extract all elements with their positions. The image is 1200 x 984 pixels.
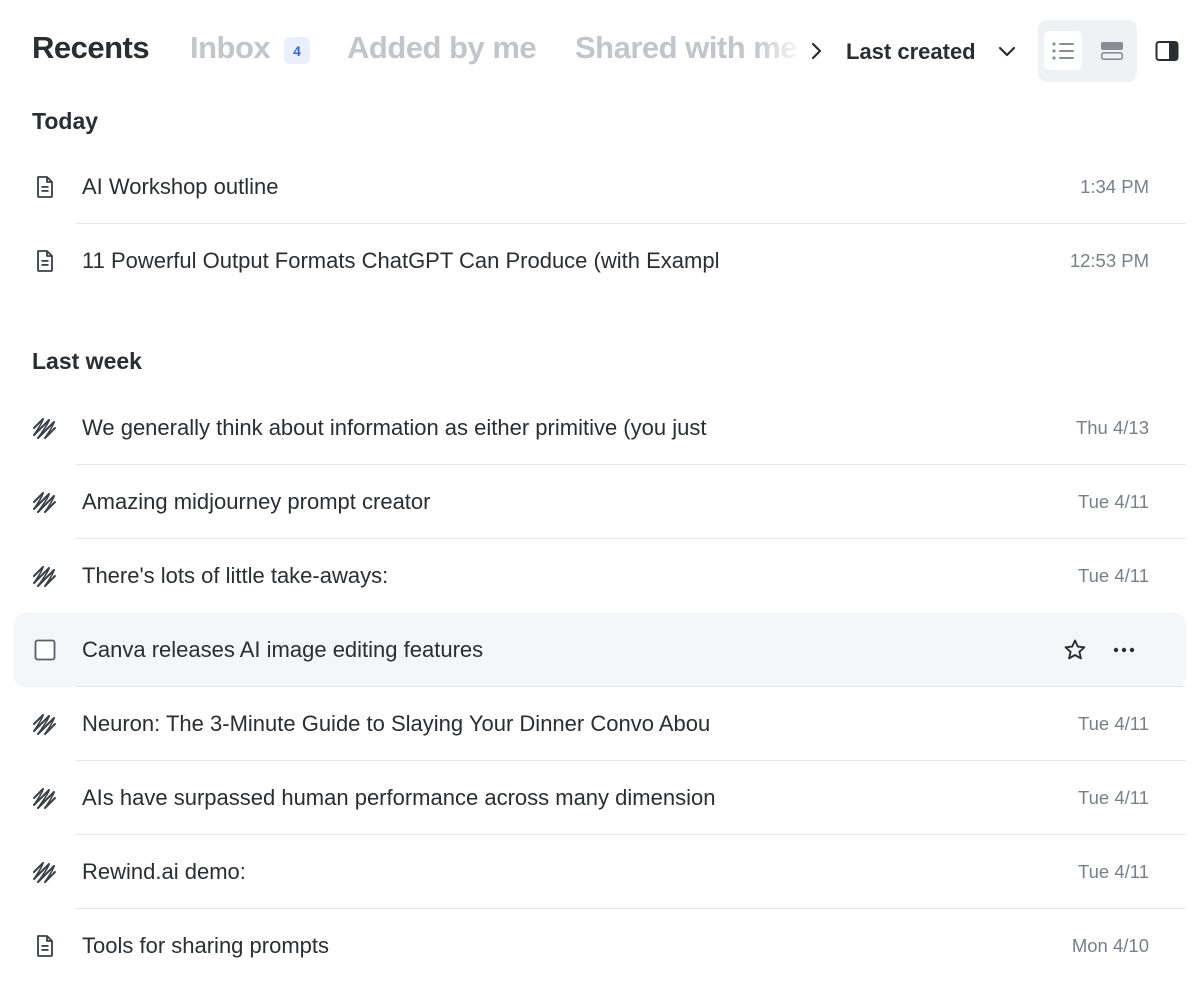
star-icon[interactable] — [1062, 637, 1088, 663]
list-view-icon[interactable] — [1044, 31, 1082, 70]
item-title: Neuron: The 3-Minute Guide to Slaying Yo… — [82, 711, 711, 736]
item-title: Amazing midjourney prompt creator — [82, 489, 431, 514]
item-date: Tue 4/11 — [1078, 491, 1149, 512]
item-date: Mon 4/10 — [1071, 935, 1149, 956]
list-item[interactable]: There's lots of little take-aways: Tue 4… — [14, 539, 1186, 613]
item-title: 11 Powerful Output Formats ChatGPT Can P… — [82, 248, 720, 273]
header-bar: Recents Inbox 4 Added by me Shared with … — [0, 0, 1200, 100]
item-date: Tue 4/11 — [1078, 787, 1149, 808]
tab-inbox[interactable]: Inbox — [190, 30, 271, 66]
item-title: We generally think about information as … — [82, 415, 707, 440]
item-title: AIs have surpassed human performance acr… — [82, 785, 716, 810]
tab-recents[interactable]: Recents — [32, 30, 150, 66]
document-icon — [32, 933, 58, 959]
list-item[interactable]: Tools for sharing prompts Mon 4/10 — [14, 909, 1186, 983]
item-date: 12:53 PM — [1069, 250, 1149, 271]
item-title: There's lots of little take-aways: — [82, 563, 389, 588]
section-title-last-week: Last week — [32, 348, 142, 374]
item-date: Tue 4/11 — [1078, 565, 1149, 586]
scribble-icon — [32, 415, 58, 441]
item-title: Tools for sharing prompts — [82, 933, 329, 958]
list-item[interactable]: AI Workshop outline 1:34 PM — [14, 150, 1186, 224]
sort-dropdown-label[interactable]: Last created — [846, 39, 976, 65]
tab-added-by-me[interactable]: Added by me — [347, 30, 537, 66]
tabs-scroll-right-icon[interactable] — [806, 40, 826, 62]
card-view-icon[interactable] — [1093, 31, 1131, 70]
more-options-icon[interactable] — [1110, 637, 1138, 663]
chevron-down-icon[interactable] — [996, 40, 1018, 62]
scribble-icon — [32, 563, 58, 589]
scribble-icon — [32, 711, 58, 737]
checkbox-icon[interactable] — [32, 637, 58, 663]
tab-shared-with-me[interactable]: Shared with me — [575, 30, 798, 66]
inbox-count-badge: 4 — [284, 37, 310, 64]
item-date: Tue 4/11 — [1078, 861, 1149, 882]
item-date: Thu 4/13 — [1075, 417, 1149, 438]
scribble-icon — [32, 785, 58, 811]
list-item[interactable]: Neuron: The 3-Minute Guide to Slaying Yo… — [14, 687, 1186, 761]
item-title: Rewind.ai demo: — [82, 859, 246, 884]
side-panel-toggle-icon[interactable] — [1152, 36, 1182, 66]
tab-shared-wrapper: Shared with me — [575, 24, 805, 76]
view-mode-toggle — [1038, 20, 1137, 82]
list-item-hovered[interactable]: Canva releases AI image editing features — [14, 613, 1186, 687]
list-item[interactable]: 11 Powerful Output Formats ChatGPT Can P… — [14, 224, 1186, 298]
item-title: AI Workshop outline — [82, 174, 279, 199]
list-item[interactable]: Rewind.ai demo: Tue 4/11 — [14, 835, 1186, 909]
section-title-today: Today — [32, 108, 99, 134]
item-title: Canva releases AI image editing features — [82, 637, 484, 662]
list-item[interactable]: We generally think about information as … — [14, 391, 1186, 465]
item-date: 1:34 PM — [1080, 176, 1149, 197]
item-date: Tue 4/11 — [1078, 713, 1149, 734]
document-icon — [32, 174, 58, 200]
scribble-icon — [32, 489, 58, 515]
scribble-icon — [32, 859, 58, 885]
list-item[interactable]: AIs have surpassed human performance acr… — [14, 761, 1186, 835]
list-item[interactable]: Amazing midjourney prompt creator Tue 4/… — [14, 465, 1186, 539]
document-icon — [32, 248, 58, 274]
